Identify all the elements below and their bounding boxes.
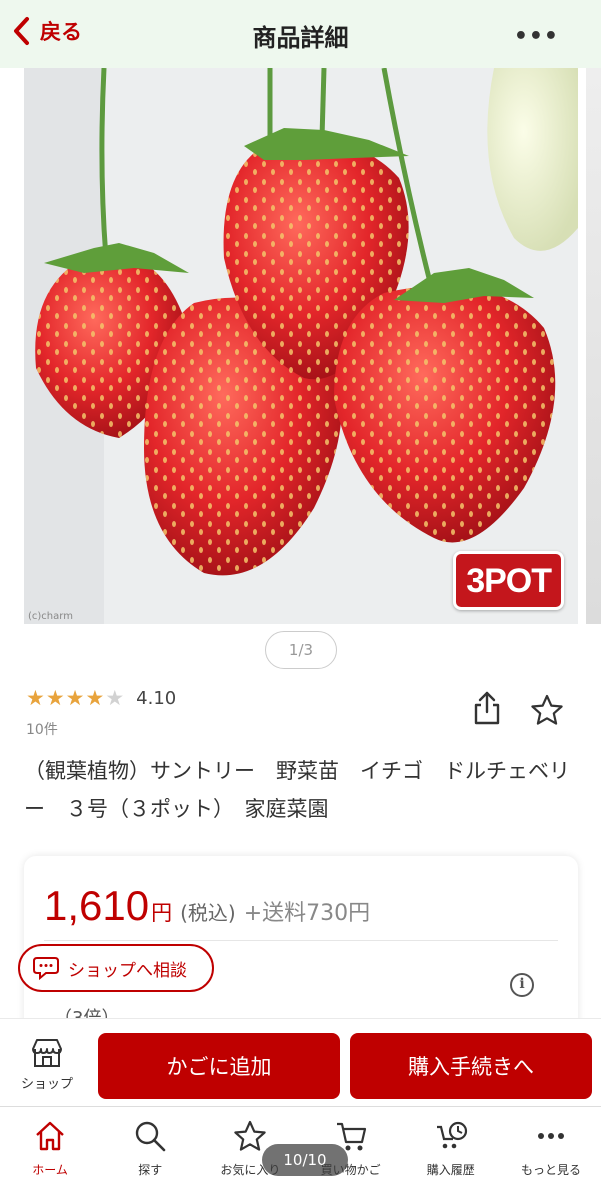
- search-icon: [136, 1121, 166, 1152]
- rating-row[interactable]: ★ ★ ★ ★ ★ 4.10: [26, 688, 177, 710]
- checkout-button[interactable]: 購入手続きへ: [350, 1033, 592, 1099]
- home-icon: [36, 1121, 64, 1151]
- card-divider: [44, 940, 558, 941]
- price-row: 1,610 円 (税込) +送料730円: [44, 882, 370, 930]
- info-icon[interactable]: i: [510, 973, 534, 997]
- more-options-icon[interactable]: •••: [514, 24, 559, 49]
- star-empty-icon: ★: [105, 686, 125, 710]
- history-icon: [436, 1121, 467, 1149]
- shop-icon: [32, 1039, 62, 1067]
- tab-more[interactable]: もっと見る: [501, 1107, 601, 1200]
- shop-button[interactable]: ショップ: [14, 1037, 80, 1092]
- contact-shop-label: ショップへ相談: [68, 960, 187, 981]
- tab-label: もっと見る: [520, 1163, 581, 1177]
- pot-count-badge: 3POT: [453, 551, 564, 610]
- page-counter-overlay: 10/10: [262, 1144, 348, 1176]
- shop-label: ショップ: [20, 1077, 73, 1092]
- favorite-star-icon[interactable]: [530, 694, 564, 726]
- share-icon[interactable]: [472, 690, 502, 726]
- star-icon: ★: [45, 686, 65, 710]
- star-icon: [234, 1120, 267, 1151]
- star-icon: ★: [65, 686, 85, 710]
- tab-label: 探す: [138, 1163, 163, 1177]
- shipping-fee: +送料730円: [243, 901, 371, 926]
- add-to-cart-button[interactable]: かごに追加: [98, 1033, 340, 1099]
- star-icon: ★: [85, 686, 105, 710]
- chat-bubble-icon: [33, 957, 59, 981]
- app-header: 戻る 商品詳細 •••: [0, 0, 601, 68]
- rating-value: 4.10: [136, 688, 177, 709]
- star-icon: ★: [26, 686, 45, 710]
- strawberry-photo: [24, 68, 578, 624]
- next-image-peek[interactable]: [586, 68, 601, 624]
- image-credit: (c)charm: [28, 611, 73, 622]
- more-icon: [537, 1133, 564, 1139]
- tab-search[interactable]: 探す: [100, 1107, 200, 1200]
- purchase-action-bar: ショップ かごに追加 購入手続きへ: [0, 1018, 601, 1106]
- rating-stars: ★ ★ ★ ★ ★: [26, 688, 124, 709]
- tax-label: (税込): [180, 901, 236, 925]
- product-name: （観葉植物）サントリー 野菜苗 イチゴ ドルチェベリー ３号（３ポット） 家庭菜…: [24, 759, 570, 821]
- tab-label: ホーム: [32, 1163, 68, 1177]
- page-title: 商品詳細: [252, 24, 349, 52]
- tab-history[interactable]: 購入履歴: [401, 1107, 501, 1200]
- tab-home[interactable]: ホーム: [0, 1107, 100, 1200]
- price-currency: 円: [151, 901, 173, 925]
- contact-shop-button[interactable]: ショップへ相談: [18, 944, 214, 992]
- tab-label: 購入履歴: [426, 1163, 475, 1177]
- review-count[interactable]: 10件: [26, 719, 58, 739]
- product-image[interactable]: 3POT (c)charm: [24, 68, 578, 624]
- image-pager: 1/3: [265, 631, 337, 669]
- price-amount: 1,610: [44, 882, 150, 929]
